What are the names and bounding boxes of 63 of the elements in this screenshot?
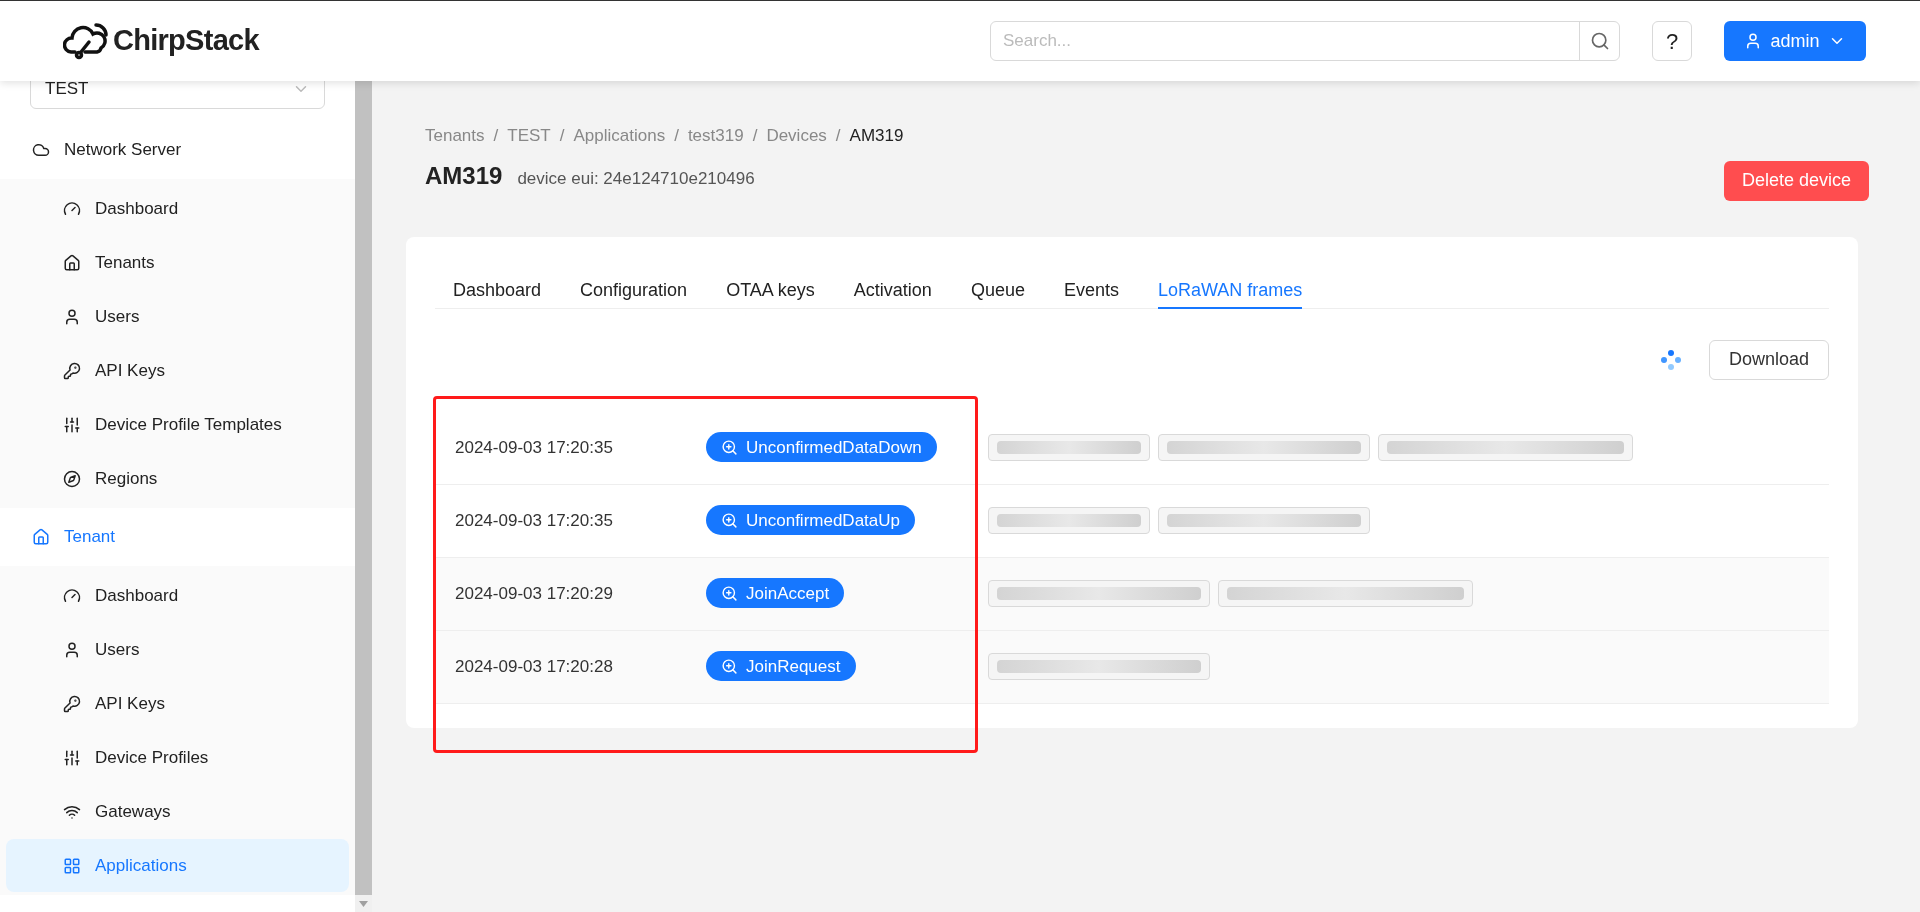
menu-item[interactable]: Applications — [6, 839, 349, 892]
sliders-icon — [63, 748, 81, 767]
menu-item[interactable]: Dashboard — [6, 569, 349, 622]
tab[interactable]: Events — [1063, 274, 1119, 309]
download-button[interactable]: Download — [1708, 339, 1829, 380]
breadcrumb-separator: / — [674, 125, 679, 147]
tab[interactable]: Dashboard — [453, 274, 542, 309]
menu-item[interactable]: Device Profile Templates — [6, 398, 349, 451]
compass-icon — [63, 469, 81, 488]
key-icon — [63, 361, 81, 380]
frame-time: 2024-09-03 17:20:35 — [454, 509, 614, 532]
frame-type-button[interactable]: JoinAccept — [706, 578, 845, 609]
menu-item[interactable]: Device Profiles — [6, 731, 349, 784]
user-icon — [63, 640, 81, 659]
tab[interactable]: Configuration — [580, 274, 688, 309]
user-menu-button[interactable]: admin — [1724, 21, 1866, 61]
frame-type-button[interactable]: UnconfirmedDataDown — [706, 432, 937, 463]
frame-time: 2024-09-03 17:20:35 — [454, 436, 614, 459]
cloud-icon — [32, 141, 50, 159]
frame-time: 2024-09-03 17:20:28 — [454, 655, 614, 678]
frame-time: 2024-09-03 17:20:29 — [454, 582, 614, 605]
zoom-in-icon — [721, 511, 738, 529]
tab[interactable]: LoRaWAN frames — [1157, 274, 1303, 309]
device-eui: device eui: 24e124710e210496 — [517, 167, 755, 190]
breadcrumb-separator: / — [752, 125, 758, 147]
zoom-in-icon — [721, 438, 738, 456]
gauge-icon — [63, 586, 81, 605]
frame-type-button[interactable]: JoinRequest — [706, 651, 856, 682]
menu-item[interactable]: Users — [6, 290, 349, 343]
breadcrumb-separator: / — [559, 125, 565, 147]
menu-item[interactable]: API Keys — [6, 344, 349, 397]
scroll-down-icon[interactable] — [359, 900, 368, 907]
sliders-icon — [63, 415, 81, 434]
user-icon — [63, 307, 81, 326]
frame-type-button[interactable]: UnconfirmedDataUp — [706, 505, 915, 536]
menu-section[interactable]: Tenant — [0, 508, 355, 566]
logo-text: ChirpStack — [113, 23, 259, 59]
logo-icon — [63, 22, 109, 60]
zoom-in-icon — [721, 584, 738, 602]
tenant-select[interactable]: TEST — [30, 81, 325, 109]
menu-section[interactable]: Network Server — [0, 121, 355, 179]
tab[interactable]: OTAA keys — [726, 274, 815, 309]
menu-item[interactable]: API Keys — [6, 677, 349, 730]
help-button[interactable]: ? — [1652, 21, 1692, 61]
menu-item[interactable]: Users — [6, 623, 349, 676]
menu-item[interactable]: Dashboard — [6, 182, 349, 235]
scrollbar[interactable] — [355, 81, 372, 912]
breadcrumb-separator: / — [493, 125, 499, 147]
menu-item[interactable]: Gateways — [6, 785, 349, 838]
page-title: AM319 — [425, 160, 503, 191]
house-icon — [32, 528, 50, 546]
breadcrumb-separator: / — [835, 125, 841, 147]
loading-icon — [1660, 349, 1681, 370]
gauge-icon — [63, 199, 81, 218]
tab[interactable]: Activation — [853, 274, 932, 309]
menu-item[interactable]: Regions — [6, 452, 349, 505]
house-icon — [63, 253, 81, 272]
search-icon — [1589, 31, 1610, 51]
grid-icon — [63, 856, 81, 875]
zoom-in-icon — [721, 657, 738, 675]
key-icon — [63, 694, 81, 713]
tab[interactable]: Queue — [970, 274, 1025, 309]
menu-item[interactable]: Tenants — [6, 236, 349, 289]
